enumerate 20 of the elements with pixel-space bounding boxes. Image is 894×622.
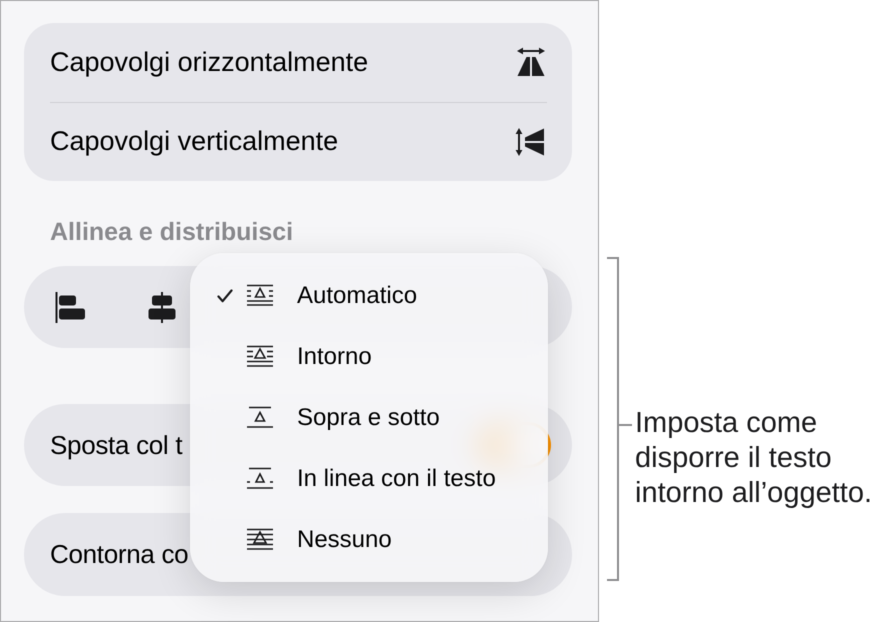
flip-vertical-icon [515,126,547,158]
menu-item[interactable]: Intorno [190,326,548,387]
wrap-none-icon [246,528,274,551]
setting-label: Sposta col t [50,430,182,460]
wrap-automatic-icon [246,284,274,307]
wrap-above-below-icon [246,406,274,429]
section-heading: Allinea e distribuisci [50,217,294,247]
menu-item[interactable]: Sopra e sotto [190,387,548,448]
align-left-icon [55,292,85,322]
wrap-around-icon [246,345,274,368]
flip-horizontal-icon [515,46,547,78]
menu-item[interactable]: Automatico [190,265,548,326]
callout-text: Imposta come disporre il testo intorno all’oggetto. [635,406,873,511]
flip-vertical-button[interactable]: Capovolgi verticalmente [50,102,547,181]
menu-item[interactable]: In linea con il testo [190,448,548,509]
setting-label: Contorna co [50,539,188,570]
flip-horizontal-button[interactable]: Capovolgi orizzontalmente [50,23,547,102]
align-center-icon [148,292,176,322]
menu-item[interactable]: Nessuno [190,509,548,570]
wrap-inline-icon [246,467,274,490]
